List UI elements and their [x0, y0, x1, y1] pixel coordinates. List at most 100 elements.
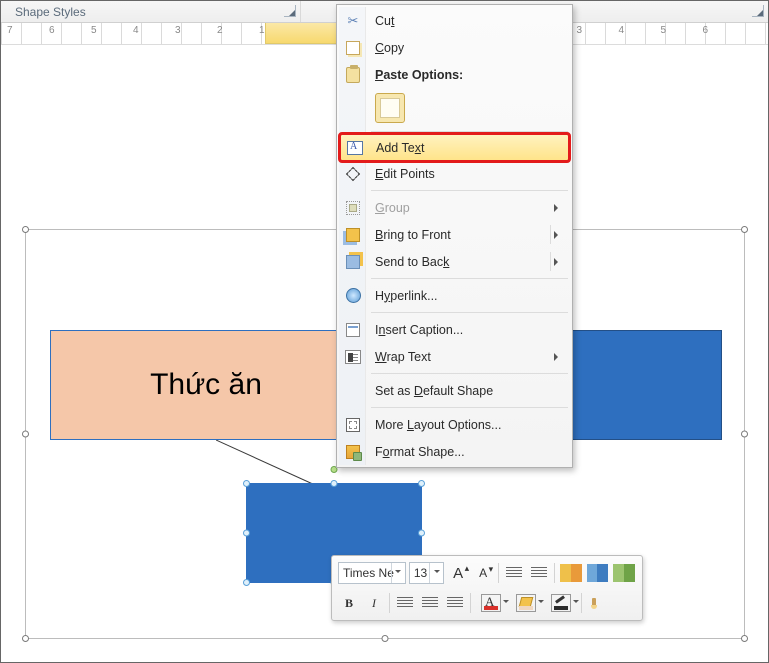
layout-options-icon	[344, 416, 362, 434]
menu-separator	[371, 407, 568, 408]
dropdown-arrow-icon[interactable]	[571, 595, 581, 611]
align-left-button[interactable]	[394, 592, 416, 614]
italic-button[interactable]: I	[363, 592, 385, 614]
canvas-handle[interactable]	[22, 226, 29, 233]
dialog-launcher-icon[interactable]	[284, 5, 296, 17]
ruler-tick: 5	[91, 25, 97, 36]
menu-item-format-shape[interactable]: Format Shape...	[339, 438, 570, 465]
send-to-back-icon	[344, 253, 362, 271]
caption-icon	[344, 321, 362, 339]
ruler-tick: 2	[217, 25, 223, 36]
bold-icon: B	[345, 596, 353, 611]
menu-item-bring-to-front[interactable]: Bring to Front	[339, 221, 570, 248]
menu-item-send-to-back[interactable]: Send to Back	[339, 248, 570, 275]
canvas-handle[interactable]	[741, 431, 748, 438]
grow-font-button[interactable]: A▴	[447, 562, 469, 584]
bold-button[interactable]: B	[338, 592, 360, 614]
quick-style-3-button[interactable]	[612, 562, 636, 584]
dropdown-arrow-icon[interactable]	[501, 595, 511, 611]
toolbar-separator	[470, 593, 471, 613]
ribbon-group-label: Shape Styles	[15, 5, 86, 19]
align-right-button[interactable]	[444, 592, 466, 614]
quick-style-1-button[interactable]	[559, 562, 583, 584]
menu-label: Group	[375, 201, 410, 215]
split-submenu-arrow-icon[interactable]	[550, 225, 564, 244]
canvas-handle[interactable]	[382, 635, 389, 642]
submenu-arrow-icon	[554, 204, 562, 212]
format-painter-button[interactable]	[586, 592, 608, 614]
format-shape-icon	[344, 443, 362, 461]
mini-toolbar: Times Ne 13 A▴ A▾ B I A	[331, 555, 643, 621]
menu-item-copy[interactable]: Copy	[339, 34, 570, 61]
font-name-combo[interactable]: Times Ne	[338, 562, 406, 584]
menu-separator	[371, 190, 568, 191]
menu-label: More Layout Options...	[375, 418, 501, 432]
bring-to-front-icon	[344, 226, 362, 244]
toolbar-separator	[498, 563, 499, 583]
shape-handle[interactable]	[243, 480, 250, 487]
quick-style-2-button[interactable]	[586, 562, 610, 584]
paste-icon	[375, 93, 405, 123]
shape-handle[interactable]	[418, 530, 425, 537]
menu-item-more-layout-options[interactable]: More Layout Options...	[339, 411, 570, 438]
canvas-handle[interactable]	[22, 431, 29, 438]
align-right-icon	[447, 597, 463, 609]
shape-handle[interactable]	[243, 530, 250, 537]
font-color-button[interactable]: A	[475, 592, 507, 614]
split-submenu-arrow-icon[interactable]	[550, 252, 564, 271]
dropdown-arrow-icon[interactable]	[391, 563, 405, 583]
menu-item-hyperlink[interactable]: Hyperlink...	[339, 282, 570, 309]
menu-label: Insert Caption...	[375, 323, 463, 337]
dropdown-arrow-icon[interactable]	[429, 563, 443, 583]
add-text-icon	[346, 139, 364, 157]
shape-outline-button[interactable]	[545, 592, 577, 614]
menu-item-insert-caption[interactable]: Insert Caption...	[339, 316, 570, 343]
menu-label: Paste Options:	[375, 68, 463, 82]
ruler-tick: 6	[49, 25, 55, 36]
menu-item-edit-points[interactable]: Edit Points	[339, 160, 570, 187]
decrease-indent-button[interactable]	[503, 562, 525, 584]
ruler-tick: 5	[661, 25, 667, 36]
mini-toolbar-row-1: Times Ne 13 A▴ A▾	[338, 560, 636, 586]
menu-item-add-text[interactable]: Add Text	[340, 134, 569, 161]
menu-label: Bring to Front	[375, 228, 451, 242]
shape-handle[interactable]	[243, 579, 250, 586]
italic-icon: I	[372, 596, 376, 611]
grow-font-icon: A▴	[453, 565, 463, 582]
menu-item-set-default-shape[interactable]: Set as Default Shape	[339, 377, 570, 404]
toolbar-separator	[581, 593, 582, 613]
context-menu: ✂ Cut Copy Paste Options: Add Text Edit …	[336, 4, 573, 468]
menu-label: Wrap Text	[375, 350, 431, 364]
ruler-tick: 1	[259, 25, 265, 36]
canvas-handle[interactable]	[22, 635, 29, 642]
shape-fill-button[interactable]	[510, 592, 542, 614]
shape-fill-icon	[516, 594, 536, 612]
format-painter-icon	[589, 596, 605, 610]
menu-separator	[371, 373, 568, 374]
cut-icon: ✂	[344, 12, 362, 30]
paste-option-button[interactable]	[339, 88, 570, 128]
menu-separator	[371, 312, 568, 313]
shrink-font-button[interactable]: A▾	[472, 562, 494, 584]
canvas-handle[interactable]	[741, 635, 748, 642]
menu-label: Copy	[375, 41, 404, 55]
shape-handle[interactable]	[331, 480, 338, 487]
group-icon	[344, 199, 362, 217]
dropdown-arrow-icon[interactable]	[536, 595, 546, 611]
increase-indent-button[interactable]	[528, 562, 550, 584]
canvas-handle[interactable]	[741, 226, 748, 233]
clipboard-icon	[344, 66, 362, 84]
mini-toolbar-row-2: B I A	[338, 590, 636, 616]
ruler-tick: 3	[175, 25, 181, 36]
menu-item-cut[interactable]: ✂ Cut	[339, 7, 570, 34]
align-center-icon	[422, 597, 438, 609]
menu-item-wrap-text[interactable]: Wrap Text	[339, 343, 570, 370]
edit-points-icon	[344, 165, 362, 183]
shape-handle[interactable]	[418, 480, 425, 487]
align-center-button[interactable]	[419, 592, 441, 614]
toolbar-separator	[554, 563, 555, 583]
shape-rectangle-peach[interactable]: Thức ăn	[50, 330, 362, 440]
shape-text: Thức ăn	[150, 368, 262, 402]
dialog-launcher-icon[interactable]	[752, 5, 764, 17]
font-size-combo[interactable]: 13	[409, 562, 444, 584]
